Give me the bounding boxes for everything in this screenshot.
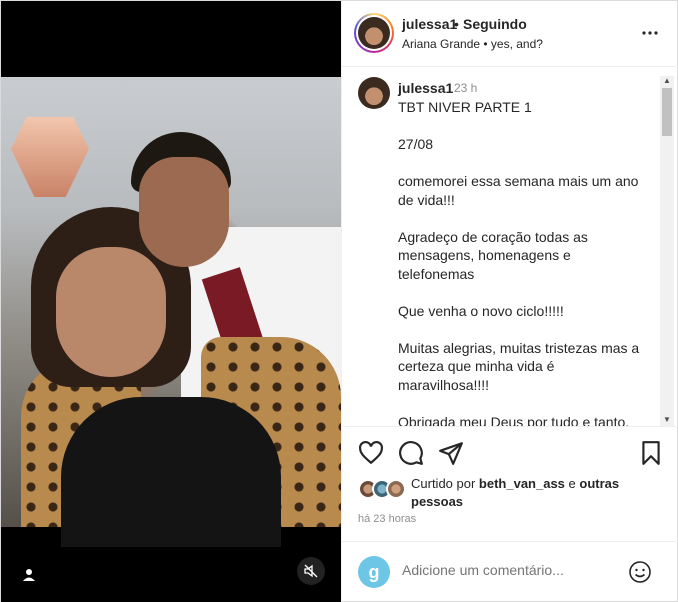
user-tag-icon[interactable] <box>19 565 39 585</box>
emoji-icon[interactable] <box>628 560 652 584</box>
comment-input[interactable] <box>402 562 622 578</box>
lamp-shape <box>11 117 89 197</box>
likes-summary: Curtido por beth_van_ass e outras pessoa… <box>354 475 674 515</box>
caption-avatar[interactable] <box>358 77 390 109</box>
caption-username[interactable]: julessa1 <box>398 80 453 96</box>
post-media[interactable] <box>1 1 341 602</box>
header-separator: • <box>454 16 459 32</box>
post-photo <box>1 77 341 547</box>
woman-face <box>56 247 166 377</box>
likes-middle: e <box>564 476 580 491</box>
post-timestamp[interactable]: há 23 horas <box>358 513 416 525</box>
likes-prefix: Curtido por <box>411 476 479 491</box>
follow-status-button[interactable]: Seguindo <box>463 16 527 32</box>
commenter-avatar: g <box>358 556 390 588</box>
liker-username[interactable]: beth_van_ass <box>479 476 565 491</box>
liker-avatar[interactable] <box>386 479 406 499</box>
scrollbar-thumb[interactable] <box>662 88 672 136</box>
caption-scrollbar[interactable]: ▲ ▼ <box>660 76 674 426</box>
author-username[interactable]: julessa1 <box>402 16 457 32</box>
post-dialog: julessa1 • Seguindo Ariana Grande • yes,… <box>0 0 678 602</box>
more-options-icon[interactable] <box>640 23 660 43</box>
caption-time: 23 h <box>454 81 478 95</box>
scroll-up-icon[interactable]: ▲ <box>663 76 671 85</box>
author-avatar[interactable] <box>354 13 394 53</box>
comment-icon[interactable] <box>398 440 424 466</box>
add-comment-bar: g <box>342 541 678 602</box>
caption-text: TBT NIVER PARTE 1 27/08 comemorei essa s… <box>398 99 640 426</box>
share-icon[interactable] <box>438 440 464 466</box>
scroll-down-icon[interactable]: ▼ <box>663 415 671 424</box>
caption-area[interactable]: julessa1 23 h TBT NIVER PARTE 1 27/08 co… <box>342 68 678 426</box>
dress-shape <box>61 397 281 547</box>
muted-speaker-icon[interactable] <box>297 557 325 585</box>
action-bar <box>342 426 678 476</box>
bookmark-icon[interactable] <box>638 440 664 466</box>
man-face <box>139 157 229 267</box>
likes-text: Curtido por beth_van_ass e outras pessoa… <box>411 475 671 511</box>
heart-icon[interactable] <box>358 440 384 466</box>
post-header: julessa1 • Seguindo Ariana Grande • yes,… <box>342 1 678 67</box>
post-side-panel: julessa1 • Seguindo Ariana Grande • yes,… <box>341 1 678 602</box>
song-link[interactable]: Ariana Grande • yes, and? <box>402 37 543 51</box>
